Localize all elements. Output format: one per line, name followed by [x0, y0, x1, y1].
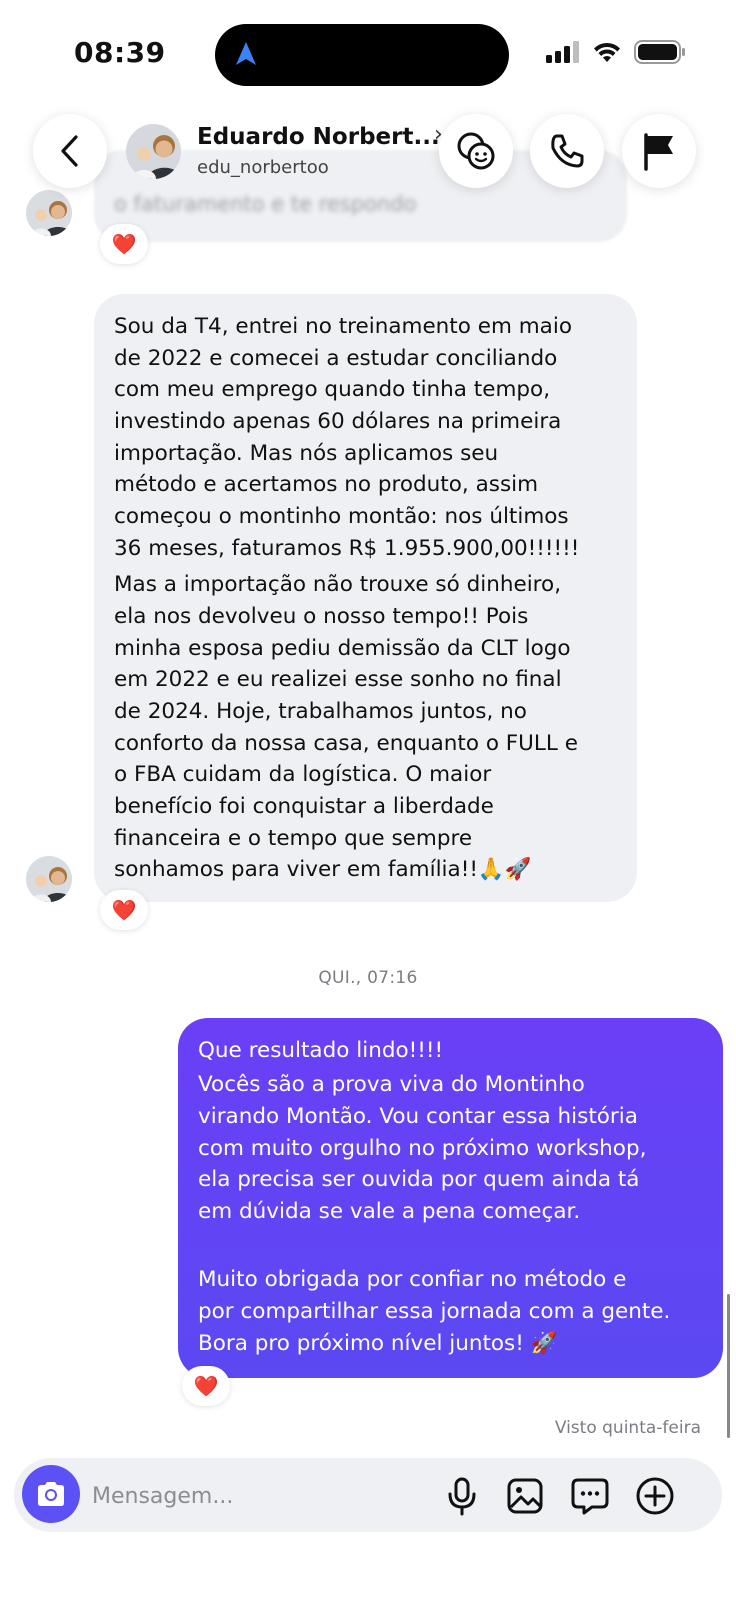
message-line: Muito obrigada por confiar no método e	[198, 1267, 627, 1292]
gallery-button[interactable]	[503, 1474, 547, 1518]
message-line: em dúvida se vale a pena começar.	[198, 1199, 581, 1224]
back-icon	[61, 135, 78, 167]
message-line: de 2022 e comecei a estudar conciliando	[114, 346, 558, 371]
report-button[interactable]	[622, 114, 696, 188]
message-line: começou o montinho montão: nos últimos	[114, 504, 569, 529]
outgoing-message-reaction[interactable]: ❤️	[182, 1366, 230, 1406]
message-line: com muito orgulho no próximo workshop,	[198, 1136, 647, 1161]
sender-avatar[interactable]	[26, 190, 72, 236]
message-line: Que resultado lindo!!!!	[198, 1038, 444, 1063]
sticker-bubble-icon	[571, 1478, 609, 1515]
more-actions-button[interactable]	[633, 1474, 677, 1518]
message-input[interactable]	[92, 1476, 422, 1516]
battery-icon	[634, 40, 685, 64]
wifi-icon	[594, 42, 620, 62]
microphone-icon	[448, 1477, 476, 1516]
image-icon	[507, 1478, 543, 1514]
message-line: ela precisa ser ouvida por quem ainda tá	[198, 1167, 640, 1192]
camera-icon	[38, 1482, 64, 1506]
phone-icon	[551, 134, 584, 168]
camera-button[interactable]	[22, 1465, 80, 1523]
message-line: conforto da nossa casa, enquanto o FULL …	[114, 731, 578, 756]
message-line: minha esposa pediu demissão da CLT logo	[114, 636, 571, 661]
message-line: Mas a importação não trouxe só dinheiro,	[114, 572, 562, 597]
message-line: investindo apenas 60 dólares na primeira	[114, 409, 562, 434]
message-line: benefício foi conquistar a liberdade	[114, 794, 494, 819]
message-line: 36 meses, faturamos R$ 1.955.900,00!!!!!…	[114, 536, 580, 561]
message-timestamp: QUI., 07:16	[318, 968, 418, 988]
sticker-bubble-button[interactable]	[568, 1474, 612, 1518]
heart-reaction-icon: ❤️	[193, 1374, 219, 1398]
message-line: método e acertamos no produto, assim	[114, 472, 539, 497]
location-arrow-icon	[236, 42, 256, 65]
plus-icon	[636, 1477, 674, 1515]
message-line: financeira e o tempo que sempre	[114, 826, 473, 851]
message-line: importação. Mas nós aplicamos seu	[114, 441, 499, 466]
message-line: Bora pro próximo nível juntos! 🚀	[198, 1331, 558, 1356]
message-line: ela nos devolveu o nosso tempo!! Pois	[114, 604, 529, 629]
heart-reaction-icon: ❤️	[111, 232, 137, 256]
message-line: Sou da T4, entrei no treinamento em maio	[114, 314, 572, 339]
back-button[interactable]	[33, 114, 107, 188]
status-icons	[546, 40, 686, 64]
message-line: por compartilhar essa jornada com a gent…	[198, 1299, 671, 1324]
message-line: com meu emprego quando tinha tempo,	[114, 377, 551, 402]
status-time: 08:39	[74, 36, 166, 69]
message-line: o FBA cuidam da logística. O maior	[114, 762, 492, 787]
sender-avatar[interactable]	[26, 856, 72, 902]
sticker-icon	[457, 132, 495, 170]
message-line: Vocês são a prova viva do Montinho	[198, 1072, 585, 1097]
incoming-message-reaction[interactable]: ❤️	[100, 890, 148, 930]
header-profile-picture[interactable]	[126, 124, 181, 179]
previous-message-text: o faturamento e te respondo	[114, 192, 417, 216]
voice-message-button[interactable]	[440, 1474, 484, 1518]
contact-name[interactable]: Eduardo Norbert...	[197, 124, 440, 150]
voice-call-button[interactable]	[530, 114, 604, 188]
message-line: de 2024. Hoje, trabalhamos juntos, no	[114, 699, 527, 724]
seen-status: Visto quinta-feira	[554, 1418, 701, 1438]
message-line: virando Montão. Vou contar essa história	[198, 1104, 638, 1129]
scrollbar[interactable]	[727, 1294, 730, 1438]
contact-username[interactable]: edu_norbertoo	[197, 157, 329, 178]
previous-message-reaction[interactable]: ❤️	[100, 224, 148, 264]
cellular-signal-icon	[546, 41, 579, 63]
flag-icon	[644, 133, 673, 171]
dynamic-island	[215, 24, 509, 86]
message-line: sonhamos para viver em família!!🙏🚀	[114, 857, 532, 882]
message-line: em 2022 e eu realizei esse sonho no fina…	[114, 667, 562, 692]
sticker-button[interactable]	[439, 114, 513, 188]
heart-reaction-icon: ❤️	[111, 898, 137, 922]
